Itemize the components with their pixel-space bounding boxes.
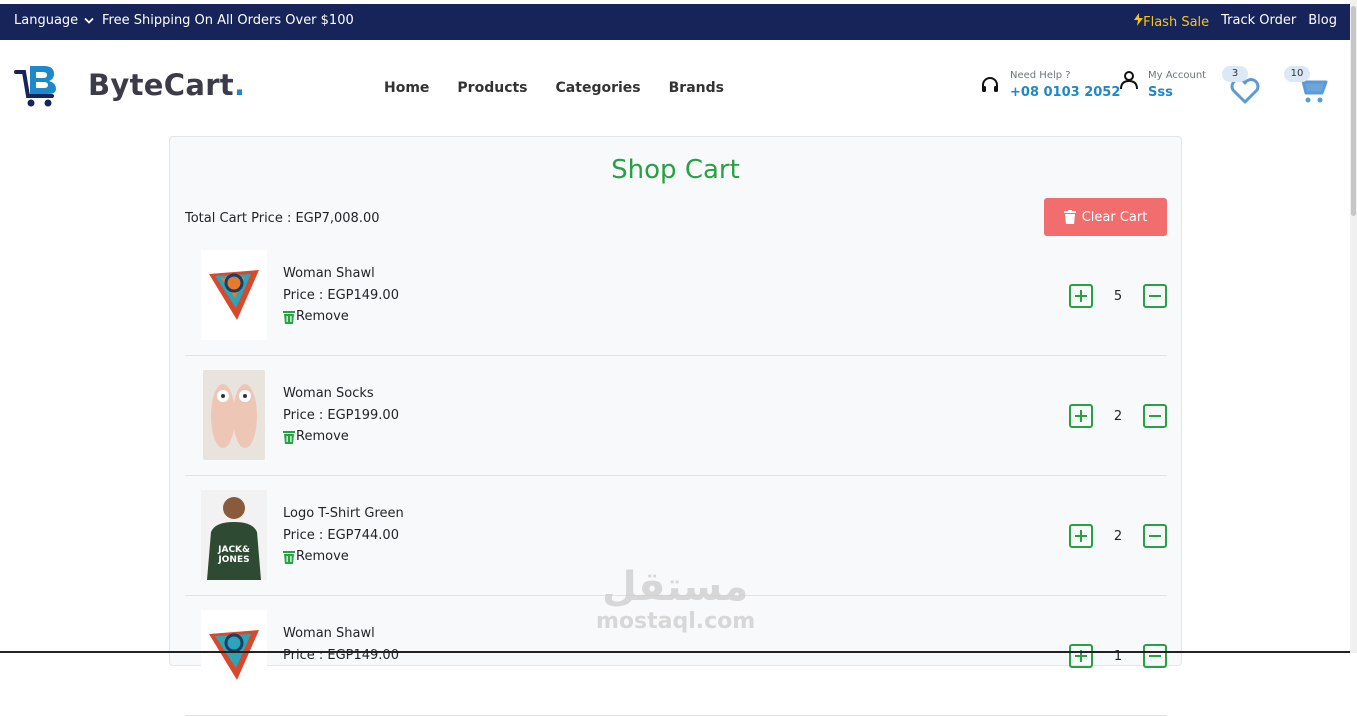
main-nav: Home Products Categories Brands <box>384 80 724 96</box>
bolt-icon <box>1134 13 1144 26</box>
remove-button[interactable]: Remove <box>283 429 349 444</box>
decrease-quantity-button[interactable] <box>1143 284 1167 308</box>
language-label: Language <box>14 13 79 28</box>
total-cart-price: Total Cart Price : EGP7,008.00 <box>185 211 380 226</box>
user-icon <box>1120 71 1138 90</box>
trash-icon <box>283 430 295 444</box>
product-image[interactable] <box>201 250 267 340</box>
cart-item: Woman Shawl Price : EGP149.00 Remove 5 <box>185 236 1167 356</box>
logo-icon[interactable] <box>14 62 62 108</box>
remove-button[interactable]: Remove <box>283 549 349 564</box>
product-image[interactable] <box>201 610 267 700</box>
quantity-stepper: 2 <box>1069 524 1167 548</box>
watermark: مستقل mostaql.com <box>596 565 755 634</box>
socks-image <box>211 384 257 448</box>
watermark-arabic: مستقل <box>602 564 749 610</box>
quantity-value: 2 <box>1113 408 1123 424</box>
product-price: Price : EGP149.00 <box>283 288 399 303</box>
clear-cart-button[interactable]: Clear Cart <box>1044 198 1167 236</box>
product-price: Price : EGP744.00 <box>283 528 399 543</box>
cart-item: Woman Socks Price : EGP199.00 Remove 2 <box>185 356 1167 476</box>
help-phone: +08 0103 2052 <box>1010 85 1121 100</box>
wishlist-button[interactable]: 3 <box>1222 66 1266 106</box>
svg-text:JONES: JONES <box>217 555 249 565</box>
shipping-notice: Free Shipping On All Orders Over $100 <box>102 13 354 28</box>
flash-sale-link[interactable]: Flash Sale <box>1134 13 1209 30</box>
watermark-latin: mostaql.com <box>596 609 756 634</box>
shawl-image <box>209 270 259 320</box>
my-account[interactable]: My Account Sss <box>1120 70 1206 100</box>
product-name: Woman Socks <box>283 386 374 401</box>
quantity-stepper: 2 <box>1069 404 1167 428</box>
language-selector[interactable]: Language <box>14 13 94 28</box>
scrollbar[interactable] <box>1350 0 1357 653</box>
product-name: Logo T-Shirt Green <box>283 506 404 521</box>
quantity-stepper: 1 <box>1069 644 1167 668</box>
scrollbar-thumb[interactable] <box>1351 6 1356 216</box>
product-name: Woman Shawl <box>283 266 375 281</box>
clear-cart-label: Clear Cart <box>1081 209 1148 225</box>
cart-count: 10 <box>1284 66 1310 82</box>
product-image[interactable] <box>203 370 265 460</box>
cart-button[interactable]: 10 <box>1284 66 1330 106</box>
nav-brands[interactable]: Brands <box>669 80 724 96</box>
increase-quantity-button[interactable] <box>1069 644 1093 668</box>
site-header: ByteCart. Home Products Categories Brand… <box>0 40 1350 136</box>
top-bar: Language Free Shipping On All Orders Ove… <box>0 4 1357 40</box>
nav-categories[interactable]: Categories <box>556 80 641 96</box>
product-price: Price : EGP199.00 <box>283 408 399 423</box>
quantity-value: 2 <box>1113 528 1123 544</box>
decrease-quantity-button[interactable] <box>1143 404 1167 428</box>
track-order-link[interactable]: Track Order <box>1221 13 1296 30</box>
shawl-image <box>209 630 259 680</box>
remove-button[interactable]: Remove <box>283 309 349 324</box>
page-title: Shop Cart <box>611 155 740 185</box>
quantity-stepper: 5 <box>1069 284 1167 308</box>
product-image[interactable]: JACK& JONES <box>201 490 267 580</box>
decrease-quantity-button[interactable] <box>1143 524 1167 548</box>
nav-products[interactable]: Products <box>457 80 527 96</box>
quantity-value: 5 <box>1113 288 1123 304</box>
decrease-quantity-button[interactable] <box>1143 644 1167 668</box>
trash-icon <box>283 310 295 324</box>
help-label: Need Help ? <box>1010 70 1071 81</box>
trash-icon <box>283 550 295 564</box>
nav-home[interactable]: Home <box>384 80 429 96</box>
increase-quantity-button[interactable] <box>1069 404 1093 428</box>
brand-logo[interactable]: ByteCart. <box>88 68 245 102</box>
product-name: Woman Shawl <box>283 626 375 641</box>
chevron-down-icon <box>84 17 94 24</box>
help-contact[interactable]: Need Help ? +08 0103 2052 <box>980 70 1120 100</box>
headset-icon <box>982 77 998 92</box>
trash-icon <box>1063 210 1076 224</box>
increase-quantity-button[interactable] <box>1069 284 1093 308</box>
svg-text:JACK&: JACK& <box>217 545 250 555</box>
account-name: Sss <box>1148 85 1173 100</box>
increase-quantity-button[interactable] <box>1069 524 1093 548</box>
tshirt-image: JACK&JONES <box>207 497 261 580</box>
blog-link[interactable]: Blog <box>1308 13 1337 30</box>
wishlist-count: 3 <box>1222 66 1248 82</box>
account-label: My Account <box>1148 70 1207 81</box>
